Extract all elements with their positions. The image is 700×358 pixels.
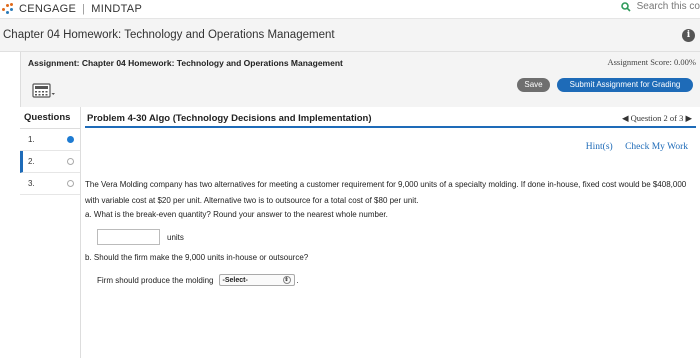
questions-header: Questions (20, 107, 80, 129)
units-label: units (167, 233, 184, 242)
unanswered-status-icon (67, 180, 74, 187)
submit-assignment-button[interactable]: Submit Assignment for Grading (557, 78, 693, 92)
produce-label: Firm should produce the molding (97, 275, 214, 285)
break-even-input[interactable] (97, 229, 160, 245)
problem-panel: Problem 4-30 Algo (Technology Decisions … (81, 107, 700, 358)
cengage-logo-icon (2, 3, 16, 15)
question-label: 2. (28, 157, 35, 166)
brand-logo[interactable]: CENGAGE | MINDTAP (2, 3, 142, 15)
next-question-icon[interactable]: ▶ (685, 113, 692, 123)
question-label: 1. (28, 135, 35, 144)
check-my-work-link[interactable]: Check My Work (625, 142, 688, 152)
sentence-period: . (296, 275, 299, 285)
brand-cengage: CENGAGE (19, 3, 77, 15)
problem-statement: The Vera Molding company has two alterna… (85, 180, 687, 205)
info-icon[interactable]: i (682, 29, 695, 42)
produce-row: Firm should produce the molding -Select-… (97, 274, 299, 286)
top-bar: CENGAGE | MINDTAP Search this co (0, 0, 700, 18)
title-bar: Chapter 04 Homework: Technology and Oper… (0, 18, 700, 52)
question-a: a. What is the break-even quantity? Roun… (85, 210, 388, 219)
problem-title: Problem 4-30 Algo (Technology Decisions … (87, 113, 372, 124)
select-arrows-icon: ⇕ (282, 276, 291, 284)
search-box[interactable]: Search this co (620, 1, 700, 12)
answered-status-icon (67, 136, 74, 143)
brand-separator: | (82, 3, 86, 15)
search-icon (620, 1, 631, 12)
question-label: 3. (28, 179, 35, 188)
assignment-score: Assignment Score: 0.00% (607, 57, 696, 67)
hints-link[interactable]: Hint(s) (586, 142, 613, 152)
title-divider (85, 126, 696, 128)
question-b: b. Should the firm make the 9,000 units … (85, 253, 309, 262)
question-item-3[interactable]: 3. (20, 173, 80, 195)
search-input[interactable]: Search this co (637, 1, 700, 12)
assignment-header: Assignment: Chapter 04 Homework: Technol… (20, 52, 700, 107)
prev-question-icon[interactable]: ◀ (622, 113, 629, 123)
calculator-icon[interactable] (32, 83, 56, 99)
save-button[interactable]: Save (517, 78, 550, 92)
question-item-2[interactable]: 2. (20, 151, 80, 173)
make-or-buy-select[interactable]: -Select- ⇕ (218, 274, 295, 286)
problem-links: Hint(s) Check My Work (576, 142, 688, 152)
brand-mindtap: MINDTAP (91, 3, 143, 15)
select-value: -Select- (222, 276, 248, 284)
questions-sidebar: Questions 1. 2. 3. (20, 107, 81, 358)
page-title: Chapter 04 Homework: Technology and Oper… (3, 29, 335, 41)
question-position: Question 2 of 3 (630, 113, 684, 123)
assignment-title: Assignment: Chapter 04 Homework: Technol… (28, 58, 343, 68)
question-navigator: ◀ Question 2 of 3 ▶ (622, 113, 692, 124)
question-item-1[interactable]: 1. (20, 129, 80, 151)
unanswered-status-icon (67, 158, 74, 165)
